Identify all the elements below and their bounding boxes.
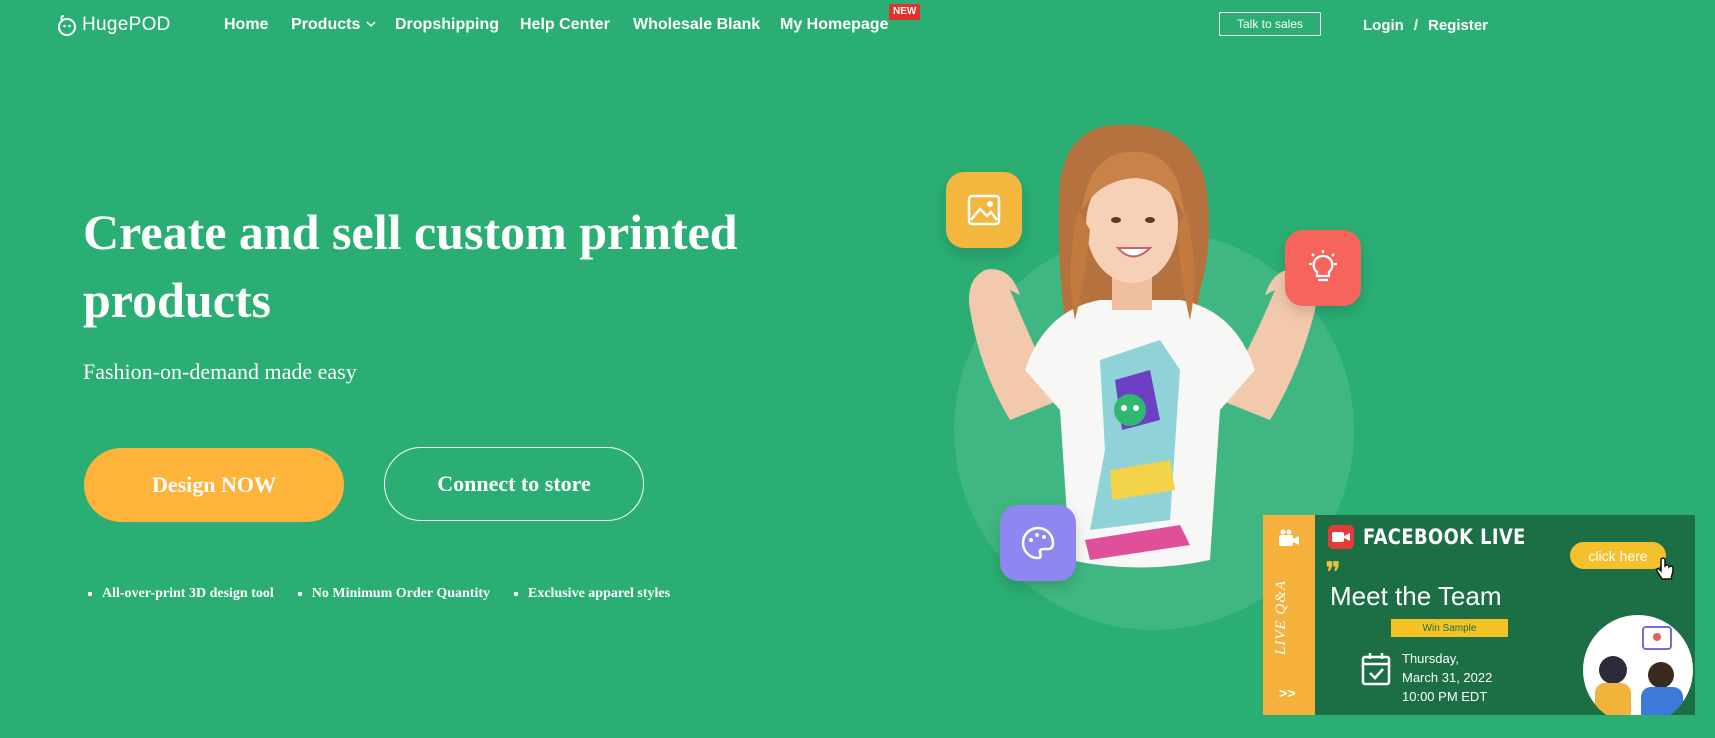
brand-name: HugePOD — [82, 14, 171, 35]
connect-to-store-button[interactable]: Connect to store — [384, 447, 644, 521]
bullet-icon — [88, 592, 92, 596]
win-sample-tag: Win Sample — [1391, 619, 1508, 637]
logo-icon — [58, 15, 76, 36]
design-now-button[interactable]: Design NOW — [84, 448, 344, 522]
event-date: March 31, 2022 — [1402, 670, 1493, 685]
feature-label: No Minimum Order Quantity — [311, 586, 490, 601]
feature-list: All-over-print 3D design tool No Minimum… — [88, 586, 670, 602]
register-link[interactable]: Register — [1428, 17, 1488, 34]
nav-home[interactable]: Home — [224, 16, 268, 34]
nav-products-label: Products — [291, 16, 361, 33]
feature-item: Exclusive apparel styles — [514, 586, 670, 602]
hero-title: Create and sell custom printed products — [83, 204, 738, 328]
facebook-live-banner[interactable]: LIVE Q&A >> FACEBOOK LIVE click here ❞ M… — [1263, 515, 1695, 715]
palette-icon — [1021, 526, 1055, 560]
event-time: 10:00 PM EDT — [1402, 689, 1488, 704]
calendar-check-icon — [1361, 653, 1391, 686]
bullet-icon — [297, 592, 302, 596]
image-icon — [967, 194, 1001, 226]
nav-my-homepage[interactable]: My Homepage — [780, 16, 888, 34]
auth-links: Login / Register — [1363, 17, 1488, 34]
team-people-image — [1595, 626, 1683, 715]
hero-subtitle: Fashion-on-demand made easy — [83, 359, 357, 384]
feature-item: All-over-print 3D design tool — [88, 586, 274, 602]
video-camera-icon — [1279, 529, 1299, 546]
auth-separator: / — [1413, 17, 1418, 34]
pointer-hand-icon — [1656, 557, 1674, 580]
palette-feature-badge — [1000, 505, 1076, 581]
feature-label: All-over-print 3D design tool — [102, 586, 274, 601]
bullet-icon — [514, 592, 518, 596]
feature-item: No Minimum Order Quantity — [297, 586, 490, 602]
logo[interactable]: HugePOD — [56, 10, 171, 40]
nav-dropshipping[interactable]: Dropshipping — [395, 16, 499, 34]
lightbulb-icon — [1309, 250, 1337, 282]
meet-the-team-heading: Meet the Team — [1330, 581, 1502, 611]
live-banner-content[interactable]: FACEBOOK LIVE click here ❞ Meet the Team… — [1315, 515, 1695, 715]
expand-arrows[interactable]: >> — [1279, 685, 1295, 701]
nav-wholesale-blank[interactable]: Wholesale Blank — [633, 16, 760, 34]
idea-feature-badge — [1285, 230, 1361, 306]
live-qa-label: LIVE Q&A — [1273, 579, 1289, 655]
feature-label: Exclusive apparel styles — [528, 586, 671, 601]
live-banner-tab[interactable]: LIVE Q&A >> — [1263, 515, 1315, 715]
new-badge: NEW — [889, 4, 921, 20]
image-feature-badge — [946, 172, 1022, 248]
top-nav: HugePOD Home Products Dropshipping Help … — [0, 0, 1715, 52]
nav-products[interactable]: Products — [291, 16, 376, 34]
chevron-down-icon — [366, 21, 376, 28]
talk-to-sales-button[interactable]: Talk to sales — [1219, 12, 1321, 36]
nav-help-center[interactable]: Help Center — [520, 16, 610, 34]
login-link[interactable]: Login — [1363, 17, 1404, 34]
event-day: Thursday, — [1402, 651, 1459, 666]
live-video-icon — [1328, 525, 1354, 549]
facebook-live-title: FACEBOOK LIVE — [1363, 525, 1526, 549]
event-datetime: Thursday, March 31, 2022 10:00 PM EDT — [1402, 649, 1492, 706]
team-illustration — [1583, 615, 1693, 715]
click-here-button[interactable]: click here — [1570, 542, 1666, 569]
